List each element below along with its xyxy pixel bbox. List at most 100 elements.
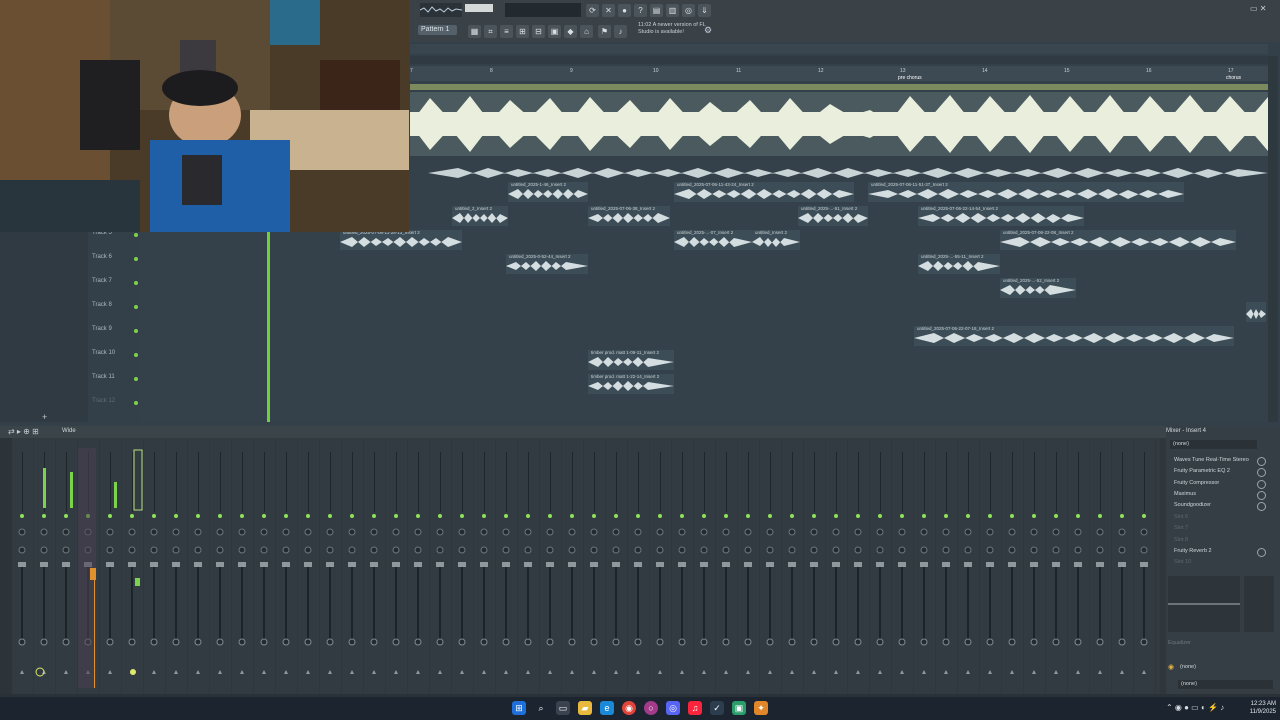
audio-clip[interactable]: untitled_Insert 2 <box>752 230 800 250</box>
slot-mix-knob[interactable] <box>1257 491 1266 500</box>
audio-clip-row[interactable] <box>428 166 1268 180</box>
window-controls[interactable]: ▭ ✕ <box>1250 4 1276 14</box>
effect-slot-6[interactable]: Slot 6 <box>1174 512 1256 522</box>
audio-clip[interactable] <box>1246 302 1266 322</box>
audio-clip[interactable]: untitled_2025-...-07_Insert 2 <box>674 230 752 250</box>
track-label[interactable]: Track 9 <box>92 326 112 332</box>
slot-mix-knob[interactable] <box>1257 457 1266 466</box>
track-mute-led[interactable] <box>134 377 138 381</box>
download-icon[interactable]: ⇓ <box>698 4 711 17</box>
browser-icon[interactable]: ◎ <box>682 4 695 17</box>
track-mute-led[interactable] <box>134 257 138 261</box>
effect-slot-3[interactable]: Fruity Compressor <box>1174 478 1256 488</box>
slot-mix-knob[interactable] <box>1257 548 1266 557</box>
task-view-icon[interactable]: ▭ <box>556 701 570 715</box>
app-icon[interactable]: ○ <box>644 701 658 715</box>
effect-slot-2[interactable]: Fruity Parametric EQ 2 <box>1174 466 1256 476</box>
slot-mix-knob[interactable] <box>1257 468 1266 477</box>
tool-zoom-icon[interactable]: ▣ <box>548 25 561 38</box>
tool-plugin-icon[interactable]: ◆ <box>564 25 577 38</box>
audio-clip[interactable]: timber prod. matt 1-09-11_Insert 2 <box>588 350 674 370</box>
pattern-selector[interactable]: Pattern 1 <box>418 25 457 35</box>
effect-slot-4[interactable]: Maximus <box>1174 489 1256 499</box>
audio-clip[interactable]: untitled_2025-07-06-11-51-37_Insert 2 <box>868 182 1184 202</box>
update-notice[interactable]: 11:02 A newer version of FL Studio is av… <box>638 22 708 36</box>
file-explorer-icon[interactable]: ▰ <box>578 701 592 715</box>
system-tray-icons[interactable]: ⌃ ◉ ● ▭ ◐ ⚡ ♪ <box>1166 703 1224 712</box>
output-select-a[interactable]: (none) <box>1180 664 1196 670</box>
audio-clip[interactable]: untitled_2025-07-06-22-07-18_Insert 2 <box>914 326 1234 346</box>
input-select[interactable]: (none) <box>1170 440 1257 449</box>
tool-mixer-icon[interactable]: ⊞ <box>516 25 529 38</box>
record-icon[interactable]: ● <box>618 4 631 17</box>
add-track-icon[interactable]: + <box>42 412 50 422</box>
discord-icon[interactable]: ◎ <box>666 701 680 715</box>
track-mute-led[interactable] <box>134 305 138 309</box>
track-label[interactable]: Track 11 <box>92 374 115 380</box>
track-mute-led[interactable] <box>134 353 138 357</box>
audio-clip[interactable]: untitled_2025-0-52-44_Insert 2 <box>506 254 588 274</box>
eq-faders[interactable] <box>1244 576 1274 632</box>
effect-slot-5[interactable]: Soundgoodizer <box>1174 500 1256 510</box>
fl-studio-icon[interactable]: ✦ <box>754 701 768 715</box>
audio-clip[interactable]: timber prod. matt 1-22-14_Insert 2 <box>588 374 674 394</box>
start-icon[interactable]: ⊞ <box>512 701 526 715</box>
loop-region-bar[interactable] <box>410 84 1268 90</box>
help-icon[interactable]: ? <box>634 4 647 17</box>
audio-clip[interactable]: untitled_2025-07-06-11-28-13_Insert 2 <box>340 230 462 250</box>
effect-slot-1[interactable]: Waves Tune Real-Time Stereo <box>1174 455 1256 465</box>
settings-icon[interactable]: ⚙ <box>704 25 714 35</box>
tool-piano-icon[interactable]: ⌂ <box>580 25 593 38</box>
tool-draw-icon[interactable]: ▦ <box>468 25 481 38</box>
playhead[interactable] <box>267 232 270 422</box>
horizontal-scrollbar[interactable] <box>410 56 1268 64</box>
music-icon[interactable]: ♫ <box>688 701 702 715</box>
effect-slot-10[interactable]: Slot 10 <box>1174 557 1256 567</box>
audio-clip[interactable]: untitled_2025-1-46_Insert 2 <box>508 182 588 202</box>
audio-clip[interactable]: untitled_2025-07-06-11-43-24_Insert 2 <box>674 182 854 202</box>
audio-clip[interactable]: untitled_2_Insert 2 <box>452 206 508 226</box>
effect-slot-8[interactable]: Slot 8 <box>1174 535 1256 545</box>
track-label[interactable]: Track 12 <box>92 398 115 404</box>
track-mute-led[interactable] <box>134 329 138 333</box>
audio-clip[interactable]: untitled_2025-07-06-38_Insert 2 <box>588 206 670 226</box>
tool-link-icon[interactable]: ⚑ <box>598 25 611 38</box>
marker-chorus[interactable]: chorus <box>1226 75 1241 81</box>
marker-pre-chorus[interactable]: pre chorus <box>898 75 922 81</box>
audio-clip[interactable]: untitled_2025-...-55-11_Insert 2 <box>918 254 1000 274</box>
output-route-icon[interactable]: ◉ <box>1168 663 1178 671</box>
search-icon[interactable]: ⌕ <box>534 701 548 715</box>
tool-tempo-icon[interactable]: ♪ <box>614 25 627 38</box>
audio-clip[interactable]: untitled_2025-...-52_Insert 2 <box>1000 278 1076 298</box>
eq-display[interactable] <box>1168 576 1240 632</box>
track-label[interactable]: Track 7 <box>92 278 112 284</box>
master-audio-clip[interactable] <box>410 92 1268 156</box>
time-display[interactable] <box>505 3 581 17</box>
mixer-tools-icon[interactable]: ⇄ ▸ ⊕ ⊞ <box>8 427 39 436</box>
slot-mix-knob[interactable] <box>1257 502 1266 511</box>
effect-slot-9[interactable]: Fruity Reverb 2 <box>1174 546 1256 556</box>
audio-clip[interactable]: untitled_2025-07-06-22-08_Insert 2 <box>1000 230 1236 250</box>
channel-rack-icon[interactable]: ▥ <box>666 4 679 17</box>
metronome-icon[interactable]: ✕ <box>602 4 615 17</box>
track-label[interactable]: Track 6 <box>92 254 112 260</box>
track-label[interactable]: Track 10 <box>92 350 115 356</box>
track-label[interactable]: Track 8 <box>92 302 112 308</box>
edge-icon[interactable]: e <box>600 701 614 715</box>
slot-mix-knob[interactable] <box>1257 480 1266 489</box>
timeline-ruler[interactable]: 7 8 9 10 11 12 13 14 15 16 17 pre chorus… <box>410 66 1268 81</box>
taskbar-clock[interactable]: 12:23 AM 11/9/2025 <box>1236 700 1276 716</box>
chrome-icon[interactable]: ◉ <box>622 701 636 715</box>
output-select-b[interactable]: (none) <box>1178 680 1273 689</box>
audio-clip[interactable]: untitled_2025-...-51_Insert 2 <box>798 206 868 226</box>
mixer-view-icon[interactable]: ▤ <box>650 4 663 17</box>
tool-slice-icon[interactable]: ≡ <box>500 25 513 38</box>
mixer-view-mode[interactable]: Wide <box>62 428 76 434</box>
app-green-icon[interactable]: ▣ <box>732 701 746 715</box>
tool-paint-icon[interactable]: ⌗ <box>484 25 497 38</box>
effect-slot-7[interactable]: Slot 7 <box>1174 523 1256 533</box>
track-mute-led[interactable] <box>134 281 138 285</box>
loop-icon[interactable]: ⟳ <box>586 4 599 17</box>
vscode-icon[interactable]: ✓ <box>710 701 724 715</box>
audio-clip[interactable]: untitled_2025-07-06-22-14-54_Insert 2 <box>918 206 1084 226</box>
